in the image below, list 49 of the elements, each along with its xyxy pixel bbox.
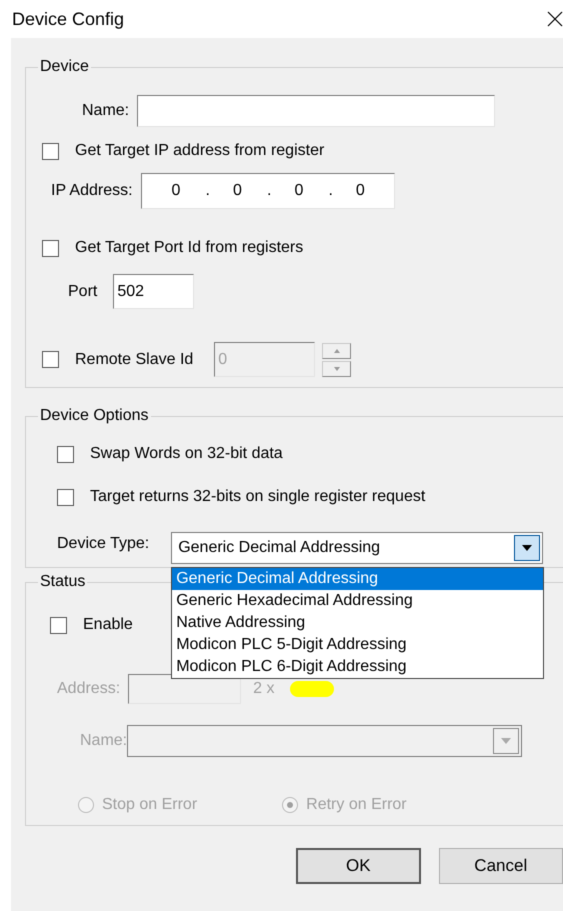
ip-octet: 0 [172, 181, 182, 201]
checkbox-label: Get Target IP address from register [75, 141, 324, 161]
up-arrow-icon [334, 348, 340, 352]
ip-dot: . [266, 181, 272, 201]
down-arrow-icon [334, 366, 340, 370]
spin-up-button[interactable] [322, 342, 352, 358]
group-title: Device Options [38, 406, 150, 426]
checkbox-label: Swap Words on 32-bit data [90, 444, 283, 464]
ip-dot: . [328, 181, 333, 201]
ip-dot: . [206, 181, 210, 201]
checkbox[interactable] [42, 142, 59, 160]
checkbox[interactable] [57, 446, 74, 462]
window-title: Device Config [12, 8, 124, 31]
dropdown-arrow-icon [501, 738, 512, 744]
radio-label: Retry on Error [306, 795, 407, 815]
field-label: Name: [82, 101, 130, 121]
dropdown-arrow-icon [522, 545, 532, 551]
cancel-button[interactable]: Cancel [438, 848, 563, 884]
field-label: Name: [80, 731, 128, 751]
ip-octet: 0 [294, 181, 304, 201]
spin-down-button[interactable] [322, 360, 352, 376]
dropdown-option[interactable]: Generic Hexadecimal Addressing [172, 590, 544, 612]
checkbox[interactable] [50, 616, 67, 634]
checkbox-label: Remote Slave Id [75, 350, 194, 370]
dropdown-option[interactable]: Native Addressing [172, 612, 544, 634]
name-dropdown[interactable] [127, 725, 522, 757]
ok-button[interactable]: OK [296, 848, 421, 884]
dropdown-option[interactable]: Generic Decimal Addressing [172, 568, 544, 590]
close-icon[interactable] [547, 11, 563, 27]
checkbox-label: Get Target Port Id from registers [75, 238, 304, 258]
multiplier-label: 2 x [253, 679, 274, 699]
field-label: Device Type: [57, 534, 150, 554]
checkbox[interactable] [57, 488, 74, 506]
ip-octet: 0 [356, 181, 366, 201]
checkbox-label: Target returns 32-bits on single register request [90, 487, 426, 507]
checkbox[interactable] [42, 240, 59, 256]
field-label: IP Address: [51, 181, 133, 201]
radio-label: Stop on Error [102, 795, 198, 815]
name-field[interactable] [137, 95, 496, 127]
checkbox-label: Enable [83, 615, 133, 635]
bit-badge-icon [290, 681, 334, 697]
field-label: Port [68, 282, 98, 302]
field-label: Address: [57, 679, 120, 699]
dropdown-option[interactable]: Modicon PLC 5-Digit Addressing [172, 634, 544, 656]
port-field[interactable]: 502 [113, 274, 194, 309]
address-field[interactable] [128, 674, 242, 704]
ip-address-field[interactable]: 0 . 0 . 0 . 0 [140, 173, 395, 209]
dropdown-option[interactable]: Modicon PLC 6-Digit Addressing [172, 656, 544, 678]
ip-octet: 0 [232, 181, 243, 201]
